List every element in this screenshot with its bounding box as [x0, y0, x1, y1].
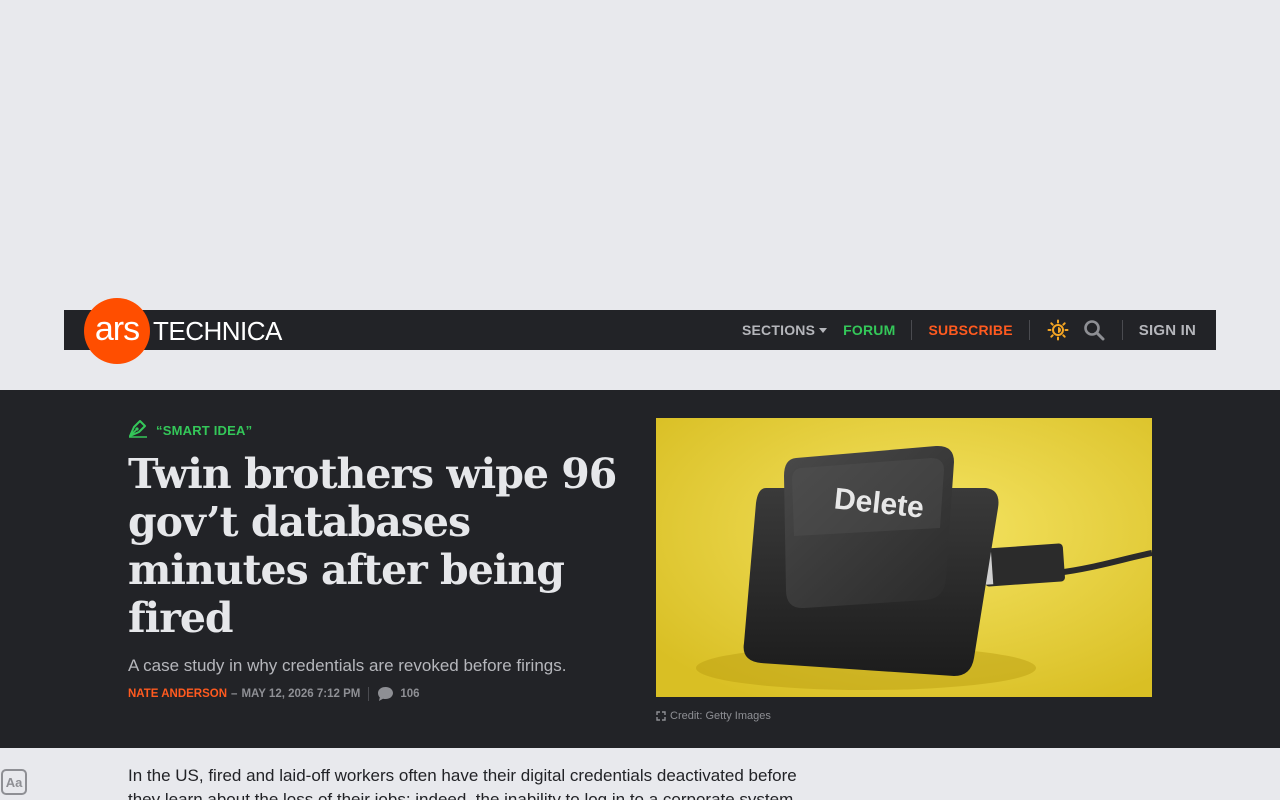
- subscribe-link[interactable]: SUBSCRIBE: [928, 322, 1012, 338]
- publish-date: MAY 12, 2026 7:12 PM: [241, 688, 361, 700]
- article-dek: A case study in why credentials are revo…: [128, 656, 567, 675]
- sign-in-link[interactable]: SIGN IN: [1139, 322, 1196, 339]
- byline-dash: –: [231, 688, 238, 700]
- nav-divider: [911, 320, 913, 340]
- article-hero: “SMART IDEA” Twin brothers wipe 96 gov’t…: [0, 390, 1280, 748]
- article-kicker[interactable]: “SMART IDEA”: [128, 418, 252, 442]
- byline-divider: [368, 687, 370, 701]
- body-line-1: In the US, fired and laid-off workers of…: [128, 766, 797, 785]
- article-paragraph: In the US, fired and laid-off workers of…: [128, 764, 808, 800]
- comments-link[interactable]: 106: [377, 686, 420, 702]
- logo-wordmark: TECHNICA: [153, 315, 282, 346]
- site-logo[interactable]: ars TECHNICA: [84, 298, 282, 364]
- nav-divider: [1028, 320, 1030, 340]
- image-credit-text: Credit: Getty Images: [670, 710, 771, 722]
- ad-space: [0, 0, 1280, 300]
- usb-plug: [983, 543, 1065, 587]
- comment-count: 106: [400, 688, 420, 700]
- sections-menu-button[interactable]: SECTIONS: [741, 322, 828, 338]
- pen-nib-icon: [128, 418, 148, 442]
- chevron-down-icon: [819, 327, 828, 333]
- article-headline: Twin brothers wipe 96 gov’t databases mi…: [128, 450, 617, 642]
- comment-bubble-icon: [378, 687, 394, 701]
- sections-label: SECTIONS: [741, 322, 816, 338]
- body-line-2: they learn about the loss of their jobs;…: [128, 790, 794, 800]
- nav-divider: [1121, 320, 1123, 340]
- logo-ars-circle: ars: [84, 298, 150, 364]
- theme-toggle-icon[interactable]: [1046, 318, 1070, 342]
- image-credit: Credit: Getty Images: [656, 710, 771, 722]
- kicker-label: “SMART IDEA”: [156, 422, 253, 438]
- nav-menu: SECTIONS FORUM SUBSCRIBE SIGN IN: [742, 310, 1196, 350]
- text-settings-button[interactable]: Aa: [1, 769, 27, 795]
- author-link[interactable]: NATE ANDERSON: [128, 688, 227, 700]
- expand-icon[interactable]: [656, 711, 666, 721]
- article-byline: NATE ANDERSON – MAY 12, 2026 7:12 PM 106: [128, 686, 420, 702]
- article-lead-image[interactable]: Delete: [656, 418, 1152, 697]
- forum-link[interactable]: FORUM: [843, 322, 895, 338]
- site-navbar: ars TECHNICA SECTIONS FORUM SUBSCRIBE SI…: [64, 298, 1216, 364]
- article-body: In the US, fired and laid-off workers of…: [128, 764, 808, 800]
- search-icon[interactable]: [1082, 318, 1106, 342]
